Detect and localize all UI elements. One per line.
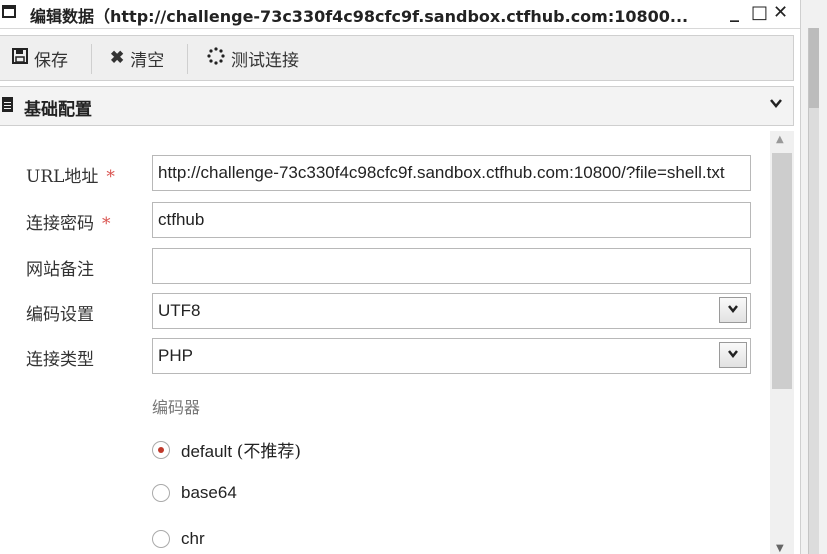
test-connection-label: 测试连接 (231, 50, 299, 71)
encoder-option-label: default (不推荐) (181, 437, 301, 462)
encoding-select[interactable]: UTF8 (152, 293, 751, 329)
encoder-option-default[interactable]: default (不推荐) (152, 437, 301, 462)
required-marker: * (106, 167, 115, 187)
background-window-edge (800, 0, 827, 554)
encoder-option-chr[interactable]: chr (152, 529, 205, 549)
maximize-button[interactable]: □ (751, 2, 768, 24)
save-button[interactable]: 保存 (12, 36, 68, 80)
chevron-down-icon[interactable] (719, 342, 747, 368)
scrollbar-thumb[interactable] (772, 153, 792, 389)
scroll-down-arrow-icon[interactable]: ▼ (776, 543, 784, 554)
chevron-down-icon[interactable] (719, 297, 747, 323)
toolbar-divider (91, 44, 92, 74)
password-label: 连接密码 * (26, 209, 111, 234)
url-label-text: URL地址 (26, 167, 99, 187)
floppy-disk-icon (12, 48, 28, 68)
test-connection-button[interactable]: 测试连接 (207, 36, 299, 80)
clear-button[interactable]: ✖ 清空 (110, 36, 164, 80)
section-title: 基础配置 (24, 100, 92, 120)
close-button[interactable]: ✕ (773, 2, 788, 24)
radio-button[interactable] (152, 484, 170, 502)
toolbar: 保存 ✖ 清空 测试连接 (0, 35, 794, 81)
option-note: (不推荐) (236, 442, 302, 462)
encoding-label: 编码设置 (26, 305, 94, 325)
form-scrollbar[interactable]: ▲ ▼ (770, 131, 794, 554)
note-label: 网站备注 (26, 260, 94, 280)
chevron-down-icon[interactable] (769, 95, 783, 114)
encoder-option-label: base64 (181, 483, 237, 502)
encoder-label: 编码器 (152, 398, 201, 417)
option-text: default (181, 442, 233, 461)
x-icon: ✖ (110, 48, 125, 68)
background-scrollbar (808, 28, 819, 554)
note-input[interactable] (152, 248, 751, 284)
radio-button[interactable] (152, 530, 170, 548)
required-marker: * (102, 214, 111, 234)
background-scrollbar-thumb (809, 28, 819, 108)
document-icon (2, 97, 13, 112)
save-label: 保存 (34, 50, 68, 71)
url-label: URL地址 * (26, 162, 115, 187)
type-select[interactable]: PHP (152, 338, 751, 374)
basic-config-header[interactable]: 基础配置 (0, 86, 794, 126)
scroll-up-arrow-icon[interactable]: ▲ (776, 134, 784, 145)
toolbar-divider (187, 44, 188, 74)
window-title-bar: 编辑数据（http://challenge-73c330f4c98cfc9f.s… (0, 0, 800, 29)
window-icon (2, 5, 16, 18)
type-label: 连接类型 (26, 350, 94, 370)
minimize-button[interactable]: _ (730, 2, 739, 24)
window-title: 编辑数据（http://challenge-73c330f4c98cfc9f.s… (30, 7, 689, 26)
encoder-option-label: chr (181, 529, 205, 548)
encoding-value: UTF8 (158, 301, 201, 320)
url-input[interactable]: http://challenge-73c330f4c98cfc9f.sandbo… (152, 155, 751, 191)
password-label-text: 连接密码 (26, 214, 94, 234)
password-input[interactable]: ctfhub (152, 202, 751, 238)
clear-label: 清空 (130, 50, 165, 71)
spinner-icon (207, 47, 225, 69)
encoder-option-base64[interactable]: base64 (152, 483, 237, 503)
type-value: PHP (158, 346, 193, 365)
radio-button[interactable] (152, 440, 170, 459)
